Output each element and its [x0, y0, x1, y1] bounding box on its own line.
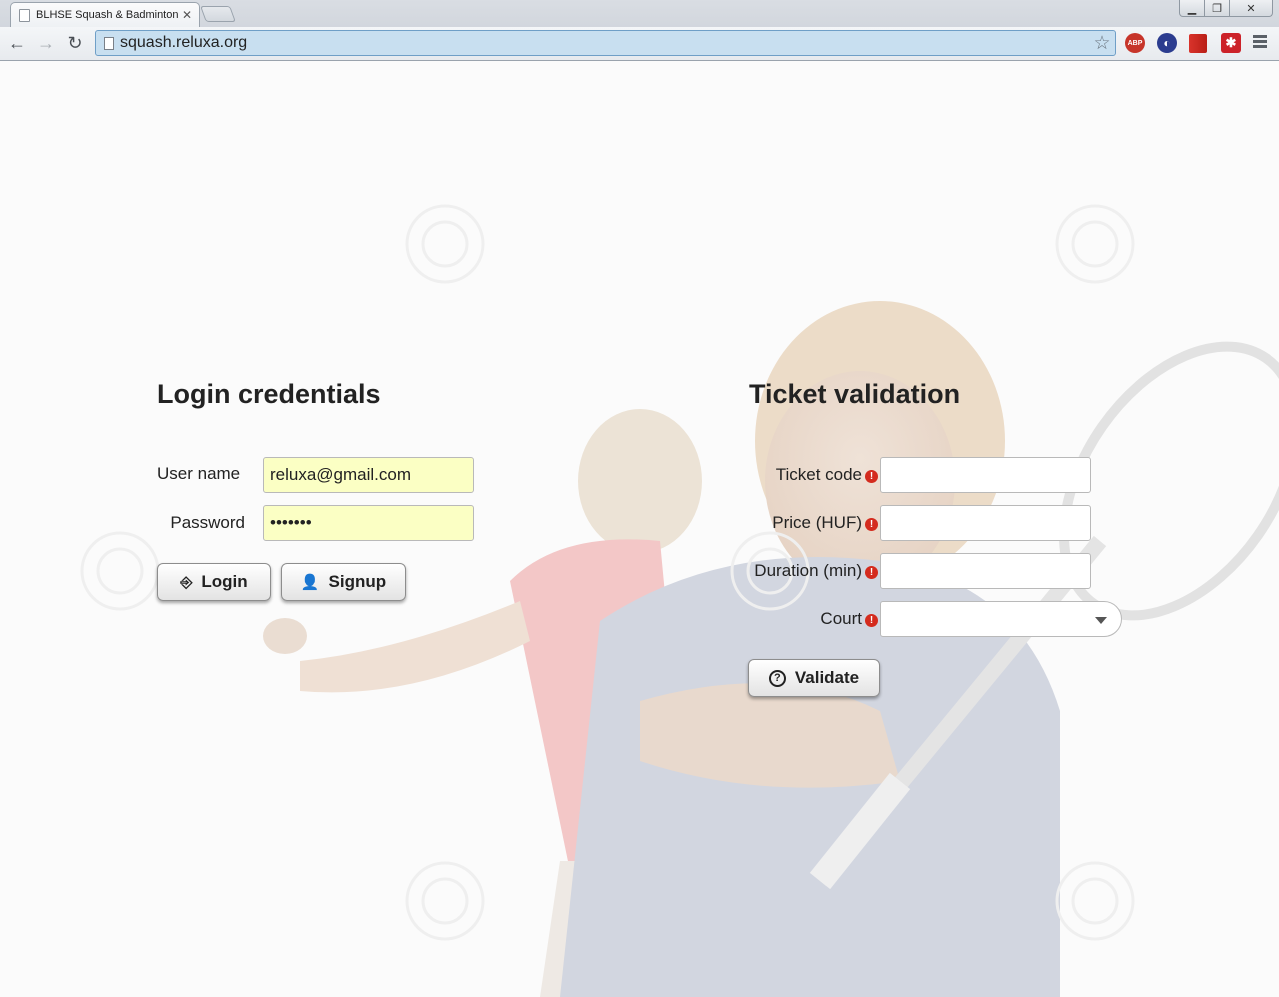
browser-menu-icon[interactable]: [1253, 35, 1267, 50]
signup-button-label: Signup: [328, 572, 387, 591]
required-icon: !: [865, 518, 878, 531]
login-button[interactable]: ⎆ Login: [157, 563, 271, 601]
close-window-button[interactable]: ✕: [1229, 0, 1273, 17]
add-user-icon: 👤: [300, 574, 320, 591]
tab-strip: BLHSE Squash & Badminton ✕ ▁ ❐ ✕: [0, 0, 1279, 27]
browser-toolbar: ← → ↻ squash.reluxa.org ☆ ABP ◐ ✱: [0, 27, 1279, 60]
new-tab-button[interactable]: [200, 6, 236, 22]
ticket-validation-title: Ticket validation: [749, 379, 961, 409]
page-favicon-icon: [19, 8, 30, 22]
adblock-extension-icon[interactable]: ABP: [1125, 33, 1145, 53]
duration-label: Duration (min)!: [720, 561, 878, 581]
duration-label-text: Duration (min): [754, 561, 862, 580]
page-icon: [104, 36, 114, 50]
minimize-button[interactable]: ▁: [1179, 0, 1205, 17]
price-label-text: Price (HUF): [772, 513, 862, 532]
username-input[interactable]: [263, 457, 474, 493]
username-label: User name: [157, 464, 241, 483]
duration-input[interactable]: [880, 553, 1091, 589]
price-input[interactable]: [880, 505, 1091, 541]
address-bar-url[interactable]: squash.reluxa.org: [120, 34, 1091, 52]
bookmark-extension-icon[interactable]: [1189, 34, 1207, 53]
ticket-code-label-text: Ticket code: [775, 465, 862, 484]
ticket-code-input[interactable]: [880, 457, 1091, 493]
ticket-code-label: Ticket code!: [720, 465, 878, 485]
forward-button[interactable]: →: [35, 32, 57, 54]
restore-button[interactable]: ❐: [1204, 0, 1230, 17]
court-label: Court!: [720, 609, 878, 629]
login-credentials-title: Login credentials: [157, 379, 381, 409]
required-icon: !: [865, 614, 878, 627]
lastpass-extension-icon[interactable]: ✱: [1221, 33, 1241, 53]
tab-title: BLHSE Squash & Badminton: [36, 9, 179, 21]
required-icon: !: [865, 470, 878, 483]
court-select[interactable]: [880, 601, 1122, 637]
address-bar[interactable]: squash.reluxa.org ☆: [95, 30, 1116, 56]
password-label: Password: [170, 513, 245, 532]
page-content: Login credentials User name Password ⎆ L…: [0, 61, 1279, 997]
signup-button[interactable]: 👤 Signup: [281, 563, 406, 601]
price-label: Price (HUF)!: [720, 513, 878, 533]
validate-button-label: Validate: [794, 668, 860, 687]
court-label-text: Court: [820, 609, 862, 628]
window-controls: ▁ ❐ ✕: [1179, 0, 1273, 18]
login-button-label: Login: [201, 572, 248, 591]
sphere-extension-icon[interactable]: ◐: [1157, 33, 1177, 53]
browser-chrome: BLHSE Squash & Badminton ✕ ▁ ❐ ✕ ← → ↻ s…: [0, 0, 1279, 61]
back-button[interactable]: ←: [6, 32, 28, 54]
tab-close-icon[interactable]: ✕: [181, 8, 193, 22]
browser-tab[interactable]: BLHSE Squash & Badminton ✕: [10, 2, 200, 27]
required-icon: !: [865, 566, 878, 579]
validate-button[interactable]: ? Validate: [748, 659, 880, 697]
password-input[interactable]: [263, 505, 474, 541]
question-icon: ?: [768, 669, 786, 687]
login-icon: ⎆: [180, 573, 193, 591]
chevron-down-icon: [1095, 617, 1107, 624]
bookmark-star-icon[interactable]: ☆: [1091, 32, 1113, 55]
reload-button[interactable]: ↻: [64, 32, 86, 54]
